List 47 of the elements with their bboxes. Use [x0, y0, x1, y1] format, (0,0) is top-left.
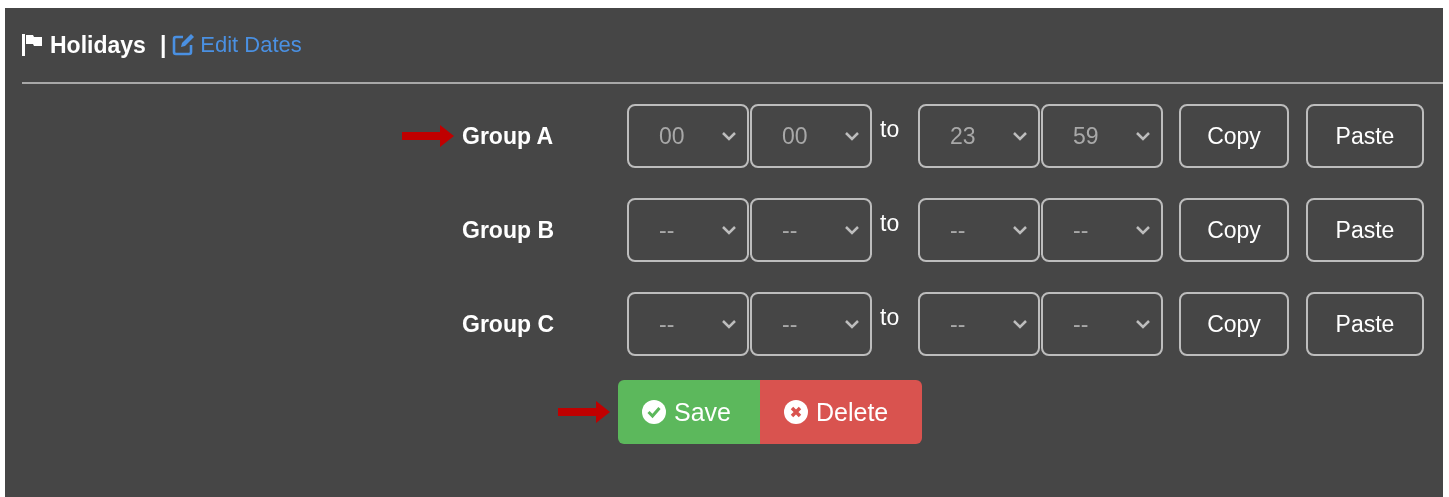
group-label: Group B: [462, 216, 555, 244]
time-select[interactable]: 59: [1041, 104, 1163, 168]
copy-button[interactable]: Copy: [1179, 104, 1289, 168]
paste-button[interactable]: Paste: [1306, 292, 1424, 356]
time-select[interactable]: --: [1041, 198, 1163, 262]
paste-button[interactable]: Paste: [1306, 198, 1424, 262]
chevron-down-icon: [721, 225, 737, 235]
time-select[interactable]: --: [1041, 292, 1163, 356]
copy-button[interactable]: Copy: [1179, 292, 1289, 356]
chevron-down-icon: [1135, 131, 1151, 141]
section-title: Holidays: [50, 31, 146, 59]
close-circle-icon: [784, 400, 808, 424]
time-select[interactable]: --: [750, 292, 872, 356]
chevron-down-icon: [721, 131, 737, 141]
group-label: Group A: [462, 122, 555, 150]
chevron-down-icon: [1135, 319, 1151, 329]
arrow-icon: [558, 401, 610, 423]
time-select[interactable]: --: [627, 198, 749, 262]
separator: |: [159, 31, 167, 59]
delete-button[interactable]: Delete: [760, 380, 922, 444]
time-select[interactable]: --: [918, 198, 1040, 262]
chevron-down-icon: [844, 319, 860, 329]
chevron-down-icon: [844, 131, 860, 141]
to-label: to: [879, 304, 901, 331]
group-label: Group C: [462, 310, 555, 338]
time-select[interactable]: --: [918, 292, 1040, 356]
paste-button[interactable]: Paste: [1306, 104, 1424, 168]
chevron-down-icon: [844, 225, 860, 235]
time-select[interactable]: 00: [627, 104, 749, 168]
edit-icon: [172, 34, 195, 56]
edit-dates-link[interactable]: Edit Dates: [172, 32, 302, 58]
to-label: to: [879, 210, 901, 237]
flag-icon: [22, 34, 42, 56]
chevron-down-icon: [1012, 131, 1028, 141]
chevron-down-icon: [1012, 225, 1028, 235]
chevron-down-icon: [1012, 319, 1028, 329]
time-select[interactable]: 23: [918, 104, 1040, 168]
save-button[interactable]: Save: [618, 380, 760, 444]
chevron-down-icon: [721, 319, 737, 329]
time-select[interactable]: 00: [750, 104, 872, 168]
to-label: to: [879, 116, 901, 143]
check-circle-icon: [642, 400, 666, 424]
time-select[interactable]: --: [750, 198, 872, 262]
arrow-icon: [402, 125, 454, 147]
copy-button[interactable]: Copy: [1179, 198, 1289, 262]
time-select[interactable]: --: [627, 292, 749, 356]
chevron-down-icon: [1135, 225, 1151, 235]
